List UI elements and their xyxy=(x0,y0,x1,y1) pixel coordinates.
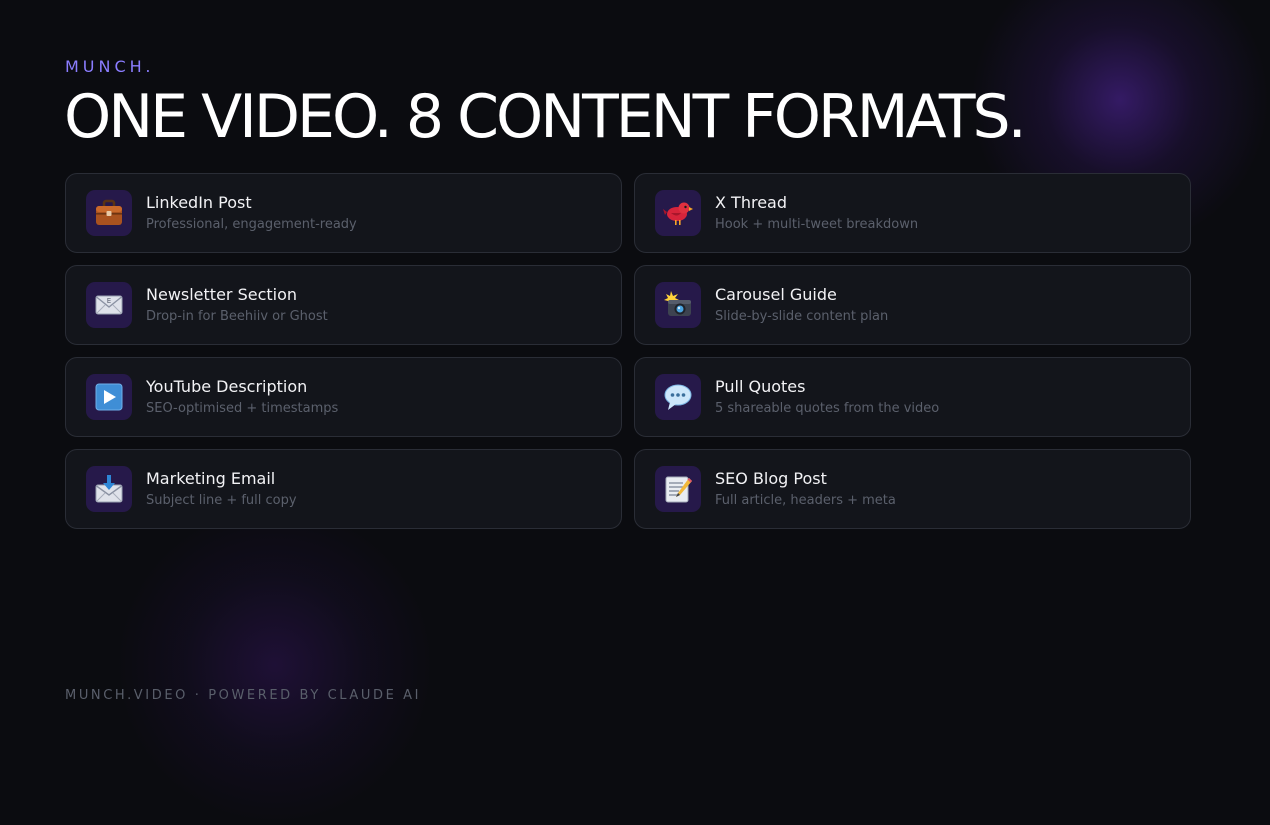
page-title: ONE VIDEO. 8 CONTENT FORMATS. xyxy=(64,82,1027,152)
format-card-marketing-email[interactable]: Marketing Email Subject line + full copy xyxy=(65,449,622,529)
svg-text:E: E xyxy=(107,297,111,305)
format-card-newsletter-section[interactable]: E Newsletter Section Drop-in for Beehiiv… xyxy=(65,265,622,345)
format-title: LinkedIn Post xyxy=(146,192,252,212)
format-subtitle: Subject line + full copy xyxy=(146,492,297,508)
speech-bubble-icon xyxy=(655,374,701,420)
briefcase-icon xyxy=(86,190,132,236)
format-title: SEO Blog Post xyxy=(715,468,827,488)
format-card-carousel-guide[interactable]: Carousel Guide Slide-by-slide content pl… xyxy=(634,265,1191,345)
format-subtitle: Full article, headers + meta xyxy=(715,492,896,508)
format-title: Carousel Guide xyxy=(715,284,837,304)
format-subtitle: 5 shareable quotes from the video xyxy=(715,400,940,416)
format-subtitle: SEO-optimised + timestamps xyxy=(146,400,339,416)
format-subtitle: Professional, engagement-ready xyxy=(146,216,357,232)
formats-grid: LinkedIn Post Professional, engagement-r… xyxy=(65,173,1191,529)
brand-logo: MUNCH. xyxy=(65,57,155,76)
incoming-envelope-icon xyxy=(86,466,132,512)
format-card-seo-blog-post[interactable]: SEO Blog Post Full article, headers + me… xyxy=(634,449,1191,529)
format-subtitle: Slide-by-slide content plan xyxy=(715,308,889,324)
envelope-icon: E xyxy=(86,282,132,328)
play-button-icon xyxy=(86,374,132,420)
memo-icon xyxy=(655,466,701,512)
bird-icon xyxy=(655,190,701,236)
format-card-x-thread[interactable]: X Thread Hook + multi-tweet breakdown xyxy=(634,173,1191,253)
format-title: Marketing Email xyxy=(146,468,276,488)
background-glow-bottom xyxy=(115,505,435,825)
format-subtitle: Hook + multi-tweet breakdown xyxy=(715,216,919,232)
footer-credit: MUNCH.VIDEO · POWERED BY CLAUDE AI xyxy=(65,688,422,703)
format-title: X Thread xyxy=(715,192,787,212)
format-subtitle: Drop-in for Beehiiv or Ghost xyxy=(146,308,328,324)
format-card-youtube-description[interactable]: YouTube Description SEO-optimised + time… xyxy=(65,357,622,437)
format-title: Newsletter Section xyxy=(146,284,298,304)
format-title: YouTube Description xyxy=(146,376,308,396)
format-card-pull-quotes[interactable]: Pull Quotes 5 shareable quotes from the … xyxy=(634,357,1191,437)
format-card-linkedin-post[interactable]: LinkedIn Post Professional, engagement-r… xyxy=(65,173,622,253)
format-title: Pull Quotes xyxy=(715,376,806,396)
camera-flash-icon xyxy=(655,282,701,328)
